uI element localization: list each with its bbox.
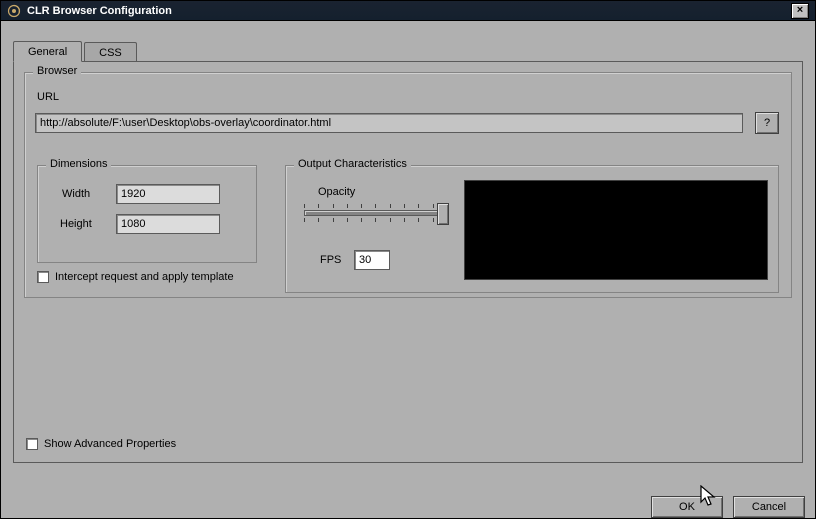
tabpage-general: Browser URL ? Dimensions Width Height In… [13, 61, 803, 463]
show-advanced-checkbox[interactable]: Show Advanced Properties [26, 438, 176, 450]
opacity-slider-thumb[interactable] [437, 203, 449, 225]
group-output-legend: Output Characteristics [294, 158, 411, 170]
group-browser-legend: Browser [33, 65, 81, 77]
tab-general[interactable]: General [13, 41, 82, 62]
group-dimensions: Dimensions Width Height [37, 165, 257, 263]
opacity-label: Opacity [318, 186, 355, 198]
fps-input[interactable] [354, 250, 390, 270]
dialog-clr-browser-configuration: CLR Browser Configuration × General CSS … [0, 0, 816, 519]
window-title: CLR Browser Configuration [27, 5, 172, 17]
url-help-button[interactable]: ? [755, 112, 779, 134]
group-browser: Browser URL ? Dimensions Width Height In… [24, 72, 792, 298]
cancel-button[interactable]: Cancel [733, 496, 805, 518]
close-icon[interactable]: × [791, 3, 809, 19]
titlebar: CLR Browser Configuration × [1, 1, 815, 21]
tab-css[interactable]: CSS [84, 42, 137, 62]
show-advanced-label: Show Advanced Properties [44, 438, 176, 450]
app-icon [7, 4, 21, 18]
checkbox-box [26, 438, 38, 450]
ok-button[interactable]: OK [651, 496, 723, 518]
intercept-label: Intercept request and apply template [55, 271, 234, 283]
fps-label: FPS [320, 254, 341, 266]
url-label: URL [37, 91, 59, 103]
group-dimensions-legend: Dimensions [46, 158, 111, 170]
client-area: General CSS Browser URL ? Dimensions Wid… [1, 21, 815, 518]
preview-area [464, 180, 768, 280]
opacity-slider[interactable] [304, 204, 448, 222]
width-input[interactable] [116, 184, 220, 204]
tabstrip: General CSS [13, 39, 803, 61]
height-input[interactable] [116, 214, 220, 234]
checkbox-box [37, 271, 49, 283]
intercept-checkbox[interactable]: Intercept request and apply template [37, 271, 234, 283]
group-output-characteristics: Output Characteristics Opacity F [285, 165, 779, 293]
width-label: Width [62, 188, 90, 200]
url-input[interactable] [35, 113, 743, 133]
height-label: Height [60, 218, 92, 230]
